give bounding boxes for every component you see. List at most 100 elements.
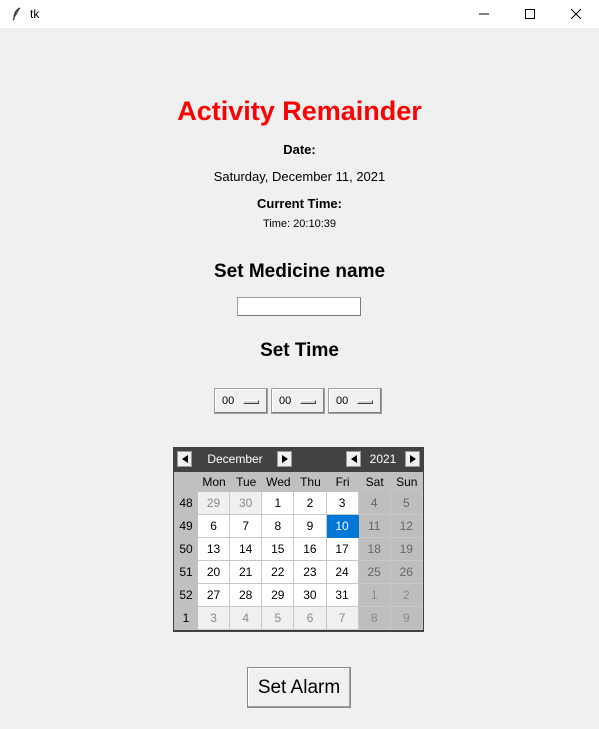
calendar-day[interactable]: 13 bbox=[198, 538, 231, 561]
calendar-day[interactable]: 4 bbox=[230, 607, 263, 630]
calendar-week-row: 48 29 30 1 2 3 4 5 bbox=[174, 492, 423, 515]
calendar-day[interactable]: 15 bbox=[262, 538, 295, 561]
calendar-day[interactable]: 3 bbox=[198, 607, 231, 630]
calendar-day[interactable]: 30 bbox=[294, 584, 327, 607]
dropdown-indicator-icon[interactable] bbox=[300, 400, 316, 404]
calendar-widget: December 2021 Mon Tue Wed Thu Fri Sat Su… bbox=[173, 447, 424, 632]
title-bar: tk bbox=[0, 0, 599, 28]
calendar-day[interactable]: 30 bbox=[230, 492, 263, 515]
calendar-day[interactable]: 18 bbox=[358, 538, 391, 561]
calendar-day[interactable]: 2 bbox=[294, 492, 327, 515]
calendar-day[interactable]: 7 bbox=[230, 515, 263, 538]
calendar-day[interactable]: 17 bbox=[326, 538, 359, 561]
minimize-button[interactable] bbox=[461, 0, 507, 28]
calendar-day[interactable]: 8 bbox=[358, 607, 391, 630]
calendar-week-row: 50 13 14 15 16 17 18 19 bbox=[174, 538, 423, 561]
calendar-day[interactable]: 21 bbox=[230, 561, 263, 584]
calendar-day[interactable]: 2 bbox=[390, 584, 423, 607]
calendar-day-selected[interactable]: 10 bbox=[326, 515, 359, 538]
week-number: 51 bbox=[174, 561, 198, 584]
calendar-month: December bbox=[207, 452, 263, 466]
calendar-grid: Mon Tue Wed Thu Fri Sat Sun 48 29 30 1 2 3 4 5 4… bbox=[174, 472, 423, 630]
arrow-left-icon bbox=[350, 455, 357, 463]
weekday-label: Thu bbox=[294, 472, 327, 492]
hour-spinbox[interactable]: 00 bbox=[214, 388, 268, 414]
arrow-right-icon bbox=[281, 455, 288, 463]
minimize-icon bbox=[479, 13, 489, 15]
weekday-label: Sun bbox=[390, 472, 423, 492]
minute-value: 00 bbox=[279, 395, 292, 407]
calendar-day[interactable]: 5 bbox=[262, 607, 295, 630]
calendar-day[interactable]: 11 bbox=[358, 515, 391, 538]
close-button[interactable] bbox=[553, 0, 599, 28]
calendar-day[interactable]: 25 bbox=[358, 561, 391, 584]
app-heading: Activity Remainder bbox=[177, 96, 422, 126]
week-number: 49 bbox=[174, 515, 198, 538]
weekday-label: Wed bbox=[262, 472, 295, 492]
calendar-week-row: 49 6 7 8 9 10 11 12 bbox=[174, 515, 423, 538]
hour-value: 00 bbox=[222, 395, 235, 407]
weekday-label: Mon bbox=[198, 472, 231, 492]
calendar-week-row: 13456789 bbox=[174, 607, 423, 630]
calendar-day[interactable]: 31 bbox=[326, 584, 359, 607]
calendar-day[interactable]: 23 bbox=[294, 561, 327, 584]
calendar-day[interactable]: 22 bbox=[262, 561, 295, 584]
second-spinbox[interactable]: 00 bbox=[328, 388, 382, 414]
close-icon bbox=[571, 9, 581, 19]
date-label: Date: bbox=[283, 142, 316, 157]
calendar-day[interactable]: 29 bbox=[198, 492, 231, 515]
week-number: 52 bbox=[174, 584, 198, 607]
maximize-button[interactable] bbox=[507, 0, 553, 28]
prev-month-button[interactable] bbox=[177, 451, 192, 467]
prev-year-button[interactable] bbox=[346, 451, 361, 467]
second-value: 00 bbox=[336, 395, 349, 407]
calendar-day[interactable]: 6 bbox=[294, 607, 327, 630]
medicine-name-input[interactable] bbox=[237, 297, 361, 316]
calendar-day[interactable]: 14 bbox=[230, 538, 263, 561]
next-year-button[interactable] bbox=[405, 451, 420, 467]
minute-spinbox[interactable]: 00 bbox=[271, 388, 325, 414]
calendar-day[interactable]: 28 bbox=[230, 584, 263, 607]
calendar-day[interactable]: 9 bbox=[294, 515, 327, 538]
calendar-day[interactable]: 29 bbox=[262, 584, 295, 607]
week-number: 48 bbox=[174, 492, 198, 515]
current-time-label: Current Time: bbox=[257, 196, 342, 211]
dropdown-indicator-icon[interactable] bbox=[243, 400, 259, 404]
weekday-label: Sat bbox=[358, 472, 391, 492]
weekday-label: Tue bbox=[230, 472, 263, 492]
week-number: 1 bbox=[174, 607, 198, 630]
calendar-day[interactable]: 4 bbox=[358, 492, 391, 515]
next-month-button[interactable] bbox=[277, 451, 292, 467]
calendar-day[interactable]: 6 bbox=[198, 515, 231, 538]
window-title: tk bbox=[30, 7, 40, 21]
calendar-day[interactable]: 20 bbox=[198, 561, 231, 584]
week-number: 50 bbox=[174, 538, 198, 561]
set-alarm-button[interactable]: Set Alarm bbox=[247, 667, 351, 708]
calendar-day[interactable]: 1 bbox=[262, 492, 295, 515]
feather-icon bbox=[8, 5, 26, 23]
calendar-week-row: 52 27 28 29 30 31 1 2 bbox=[174, 584, 423, 607]
window-controls bbox=[461, 0, 599, 28]
calendar-day[interactable]: 16 bbox=[294, 538, 327, 561]
calendar-header: December 2021 bbox=[174, 448, 423, 472]
arrow-left-icon bbox=[181, 455, 188, 463]
calendar-day[interactable]: 27 bbox=[198, 584, 231, 607]
dropdown-indicator-icon[interactable] bbox=[357, 400, 373, 404]
date-value: Saturday, December 11, 2021 bbox=[213, 169, 386, 184]
medicine-heading: Set Medicine name bbox=[213, 261, 386, 282]
calendar-day[interactable]: 12 bbox=[390, 515, 423, 538]
calendar-day[interactable]: 9 bbox=[390, 607, 423, 630]
calendar-day[interactable]: 7 bbox=[326, 607, 359, 630]
calendar-day[interactable]: 19 bbox=[390, 538, 423, 561]
arrow-right-icon bbox=[409, 455, 416, 463]
calendar-day[interactable]: 5 bbox=[390, 492, 423, 515]
calendar-year: 2021 bbox=[369, 452, 397, 466]
current-time-value: Time: 20:10:39 bbox=[263, 218, 336, 230]
calendar-day[interactable]: 26 bbox=[390, 561, 423, 584]
calendar-day[interactable]: 8 bbox=[262, 515, 295, 538]
calendar-day[interactable]: 24 bbox=[326, 561, 359, 584]
calendar-day[interactable]: 3 bbox=[326, 492, 359, 515]
weekday-label: Fri bbox=[326, 472, 359, 492]
calendar-day[interactable]: 1 bbox=[358, 584, 391, 607]
weekday-header-row: Mon Tue Wed Thu Fri Sat Sun bbox=[174, 472, 423, 492]
